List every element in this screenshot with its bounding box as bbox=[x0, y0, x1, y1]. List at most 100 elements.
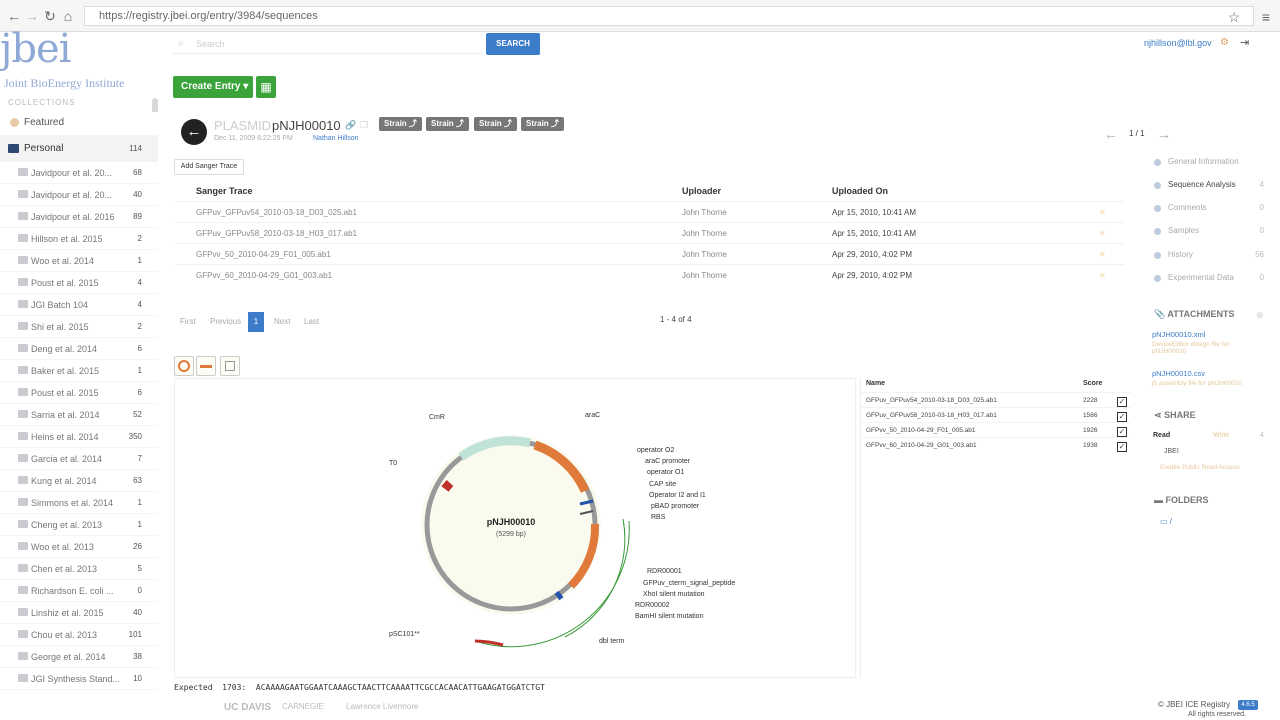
trace-file-link[interactable]: GFPvv_60_2010-04-29_G01_003.ab1 bbox=[196, 271, 332, 280]
back-circle-icon[interactable]: ← bbox=[181, 119, 207, 145]
sidebar-collection-item[interactable]: Baker et al. 2015 1 bbox=[0, 360, 158, 382]
share-read-label[interactable]: Read bbox=[1153, 432, 1170, 439]
sidebar-collection-item[interactable]: Garcia et al. 2014 7 bbox=[0, 448, 158, 470]
sidebar-collection-item[interactable]: Kung et al. 2014 63 bbox=[0, 470, 158, 492]
sidebar-collection-item[interactable]: Hillson et al. 2015 2 bbox=[0, 228, 158, 250]
link-icon[interactable]: 🔗 bbox=[345, 120, 356, 131]
delete-icon[interactable]: ✕ bbox=[1099, 250, 1106, 259]
entry-nav-item[interactable]: General Information bbox=[1152, 151, 1264, 173]
trace-checkbox[interactable]: ✓ bbox=[1117, 427, 1127, 437]
back-arrow-icon[interactable]: ← bbox=[6, 8, 22, 24]
home-icon[interactable]: ⌂ bbox=[60, 8, 76, 24]
sidebar-collection-item[interactable]: JGI Batch 104 4 bbox=[0, 294, 158, 316]
address-bar[interactable]: https://registry.jbei.org/entry/3984/seq… bbox=[84, 6, 1254, 26]
folder-icon bbox=[18, 652, 28, 660]
entry-nav-item[interactable]: Comments 0 bbox=[1152, 197, 1264, 219]
strain-badge[interactable]: Strain ⤴ bbox=[379, 117, 422, 131]
table-row[interactable]: GFPvv_50_2010-04-29_F01_005.ab1 John Tho… bbox=[174, 243, 1124, 263]
strain-badge[interactable]: Strain ⤴ bbox=[474, 117, 517, 131]
strain-badge[interactable]: Strain ⤴ bbox=[426, 117, 469, 131]
delete-icon[interactable]: ✕ bbox=[1099, 208, 1106, 217]
enable-public-read-link[interactable]: Enable Public Read Access bbox=[1160, 464, 1240, 471]
trace-row[interactable]: GFPuv_GFPuv54_2010-03-18_D03_025.ab1 222… bbox=[861, 392, 1131, 407]
sidebar-collection-item[interactable]: Javidpour et al. 20... 68 bbox=[0, 162, 158, 184]
prev-entry-icon[interactable]: ← bbox=[1104, 126, 1118, 142]
sidebar-item-count: 101 bbox=[128, 630, 142, 639]
trace-row[interactable]: GFPuv_GFPuv58_2010-03-18_H03_017.ab1 156… bbox=[861, 407, 1131, 422]
sidebar-item-personal[interactable]: Personal 114 bbox=[0, 136, 158, 162]
menu-icon[interactable]: ≡ bbox=[1258, 9, 1274, 25]
logout-icon[interactable]: ⇥ bbox=[1240, 36, 1249, 49]
sidebar-collection-item[interactable]: JGI Synthesis Stand... 10 bbox=[0, 668, 158, 690]
jbei-logo[interactable]: jbei Joint BioEnergy Institute bbox=[0, 26, 160, 92]
circular-map-tab-icon[interactable] bbox=[174, 356, 194, 376]
folder-icon bbox=[18, 476, 28, 484]
grid-icon[interactable]: ▦ bbox=[256, 76, 276, 98]
sidebar-collection-item[interactable]: Deng et al. 2014 6 bbox=[0, 338, 158, 360]
entry-nav-item[interactable]: Experimental Data 0 bbox=[1152, 267, 1264, 289]
map-label: dbl term bbox=[599, 638, 624, 645]
last-page-link[interactable]: Last bbox=[304, 317, 319, 326]
upload-icon[interactable]: ⊕ bbox=[1256, 310, 1264, 321]
linear-map-tab-icon[interactable] bbox=[196, 356, 216, 376]
sidebar-collection-item[interactable]: Javidpour et al. 20... 40 bbox=[0, 184, 158, 206]
attachment-link[interactable]: pNJH00010.xml bbox=[1152, 330, 1205, 339]
entry-nav-item[interactable]: Samples 0 bbox=[1152, 220, 1264, 242]
entry-nav-label: Experimental Data bbox=[1168, 273, 1234, 282]
sidebar-collection-item[interactable]: Chen et al. 2013 5 bbox=[0, 558, 158, 580]
sidebar-collection-item[interactable]: Shi et al. 2015 2 bbox=[0, 316, 158, 338]
folder-icon bbox=[18, 256, 28, 264]
create-entry-button[interactable]: Create Entry ▾ bbox=[173, 76, 253, 98]
table-row[interactable]: GFPuv_GFPuv54_2010-03-18_D03_025.ab1 Joh… bbox=[174, 201, 1124, 221]
sequence-tab-icon[interactable] bbox=[220, 356, 240, 376]
trace-row[interactable]: GFPvv_60_2010-04-29_G01_003.ab1 1938 ✓ bbox=[861, 437, 1131, 452]
trace-checkbox[interactable]: ✓ bbox=[1117, 442, 1127, 452]
trace-file-link[interactable]: GFPvv_50_2010-04-29_F01_005.ab1 bbox=[196, 250, 331, 259]
entry-nav-item[interactable]: Sequence Analysis 4 bbox=[1152, 174, 1264, 196]
reload-icon[interactable]: ↻ bbox=[42, 8, 58, 24]
sidebar-item-featured[interactable]: Featured bbox=[0, 112, 158, 136]
sidebar-collection-item[interactable]: Woo et al. 2013 26 bbox=[0, 536, 158, 558]
trace-checkbox[interactable]: ✓ bbox=[1117, 397, 1127, 407]
trace-row[interactable]: GFPvv_50_2010-04-29_F01_005.ab1 1926 ✓ bbox=[861, 422, 1131, 437]
sidebar-collection-item[interactable]: Javidpour et al. 2016 89 bbox=[0, 206, 158, 228]
next-page-link[interactable]: Next bbox=[274, 317, 290, 326]
trace-file-link[interactable]: GFPuv_GFPuv54_2010-03-18_D03_025.ab1 bbox=[196, 208, 357, 217]
first-page-link[interactable]: First bbox=[180, 317, 196, 326]
share-write-label[interactable]: Write bbox=[1213, 432, 1229, 439]
copy-icon[interactable]: ❐ bbox=[360, 120, 368, 131]
sidebar-collection-item[interactable]: Linshiz et al. 2015 40 bbox=[0, 602, 158, 624]
sidebar-collection-item[interactable]: Richardson E. coli ... 0 bbox=[0, 580, 158, 602]
current-page-button[interactable]: 1 bbox=[248, 312, 264, 332]
attachment-link[interactable]: pNJH00010.csv bbox=[1152, 369, 1205, 378]
sidebar-collection-item[interactable]: Simmons et al. 2014 1 bbox=[0, 492, 158, 514]
strain-badge[interactable]: Strain ⤴ bbox=[521, 117, 564, 131]
entry-owner-link[interactable]: Nathan Hillson bbox=[313, 135, 359, 142]
previous-page-link[interactable]: Previous bbox=[210, 317, 241, 326]
trace-checkbox[interactable]: ✓ bbox=[1117, 412, 1127, 422]
forward-arrow-icon[interactable]: → bbox=[24, 8, 40, 24]
search-input[interactable]: Search bbox=[172, 34, 480, 54]
sidebar-collection-item[interactable]: Woo et al. 2014 1 bbox=[0, 250, 158, 272]
table-row[interactable]: GFPvv_60_2010-04-29_G01_003.ab1 John Tho… bbox=[174, 264, 1124, 284]
table-row[interactable]: GFPuv_GFPuv58_2010-03-18_H03_017.ab1 Joh… bbox=[174, 222, 1124, 242]
plasmid-viewer[interactable]: pNJH00010 (5299 bp) CmR araC T0 operator… bbox=[174, 378, 856, 678]
settings-icon[interactable]: ⚙ bbox=[1220, 37, 1229, 48]
delete-icon[interactable]: ✕ bbox=[1099, 229, 1106, 238]
sidebar-collection-item[interactable]: Poust et al. 2015 4 bbox=[0, 272, 158, 294]
entry-nav-item[interactable]: History 56 bbox=[1152, 244, 1264, 266]
sidebar-collection-item[interactable]: Cheng et al. 2013 1 bbox=[0, 514, 158, 536]
bookmark-star-icon[interactable]: ☆ bbox=[1226, 9, 1242, 25]
sidebar-collection-item[interactable]: Poust et al. 2015 6 bbox=[0, 382, 158, 404]
search-button[interactable]: SEARCH bbox=[486, 33, 540, 55]
sidebar-collection-item[interactable]: George et al. 2014 38 bbox=[0, 646, 158, 668]
trace-file-link[interactable]: GFPuv_GFPuv58_2010-03-18_H03_017.ab1 bbox=[196, 229, 357, 238]
folder-root-link[interactable]: ▭ / bbox=[1160, 517, 1172, 526]
add-sanger-trace-button[interactable]: Add Sanger Trace bbox=[174, 159, 244, 175]
sidebar-collection-item[interactable]: Sarria et al. 2014 52 bbox=[0, 404, 158, 426]
user-email-link[interactable]: njhillson@lbl.gov bbox=[1144, 38, 1212, 48]
sidebar-collection-item[interactable]: Heins et al. 2014 350 bbox=[0, 426, 158, 448]
next-entry-icon[interactable]: → bbox=[1157, 126, 1171, 142]
sidebar-collection-item[interactable]: Chou et al. 2013 101 bbox=[0, 624, 158, 646]
delete-icon[interactable]: ✕ bbox=[1099, 271, 1106, 280]
